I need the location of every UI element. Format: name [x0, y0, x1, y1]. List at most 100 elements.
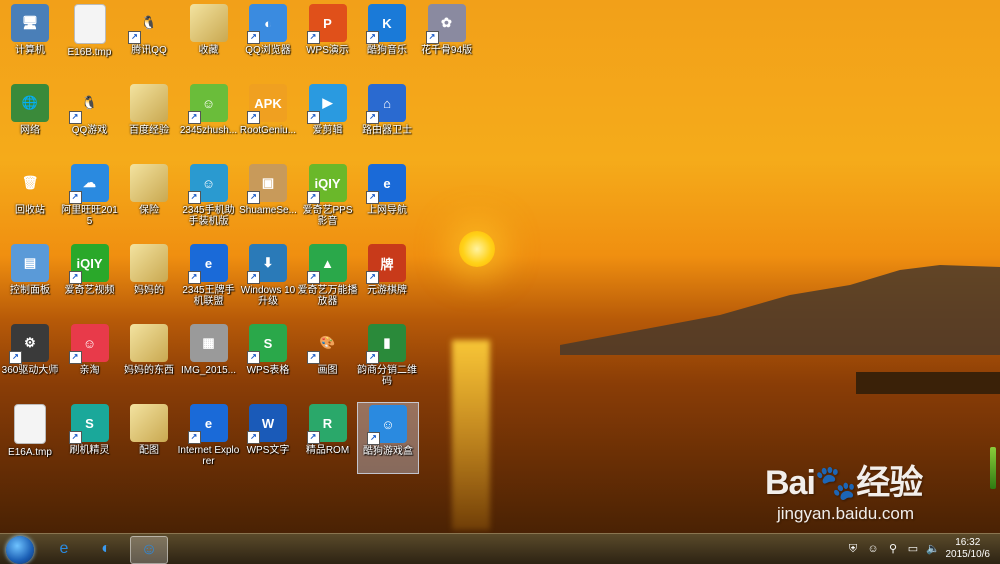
desktop-icon[interactable]: 收藏: [179, 2, 239, 72]
desktop-icon[interactable]: ☺ ↗ 亲淘: [60, 322, 120, 392]
network-device-icon[interactable]: ⚲: [886, 542, 900, 556]
desktop-icon[interactable]: 🎨 ↗ 画图: [298, 322, 358, 392]
taskbar-kugou-game-box-button[interactable]: ☺: [130, 536, 168, 564]
clock-date: 2015/10/6: [945, 549, 991, 560]
desktop-icon[interactable]: ☺ ↗ 酷狗游戏盒: [357, 402, 419, 474]
app-icon: [73, 4, 106, 44]
desktop-icon[interactable]: ☺ ↗ 2345手机助手装机版: [179, 162, 239, 232]
taskbar-qq-browser-button[interactable]: ◐: [88, 536, 124, 562]
desktop-icon[interactable]: 🗑 回收站: [0, 162, 60, 232]
app-icon: ☺ ↗: [187, 164, 228, 204]
shortcut-arrow-icon: ↗: [68, 271, 82, 284]
desktop-icon[interactable]: ⬇ ↗ Windows 10 升级: [238, 242, 298, 312]
desktop-icon[interactable]: ☺ ↗ 2345zhush...: [179, 82, 239, 152]
app-icon: ▣ ↗: [247, 164, 287, 204]
kugou-icon[interactable]: ☺: [866, 542, 880, 556]
shortcut-arrow-icon: ↗: [366, 31, 379, 44]
desktop-icon[interactable]: 百度经验: [119, 82, 179, 152]
desktop-icon[interactable]: ▣ ↗ ShuameSe...: [238, 162, 298, 232]
desktop-icon[interactable]: ▶ ↗ 爱剪辑: [298, 82, 358, 152]
desktop-icon[interactable]: iQIY ↗ 爱奇艺视频: [60, 242, 120, 312]
desktop-icon[interactable]: 妈妈的: [119, 242, 179, 312]
desktop-icon[interactable]: E16B.tmp: [60, 2, 120, 72]
desktop-icon[interactable]: APK ↗ RootGeniu...: [238, 82, 298, 152]
shortcut-arrow-icon: ↗: [367, 432, 380, 445]
desktop-icon[interactable]: iQIY ↗ 爱奇艺PPS 影音: [298, 162, 358, 232]
icon-label: 360驱动大师: [1, 365, 59, 376]
desktop-icon[interactable]: ▮ ↗ 韵商分销二维码: [357, 322, 417, 392]
app-icon: 🐧 ↗: [128, 4, 168, 44]
shortcut-arrow-icon: ↗: [366, 351, 379, 364]
desktop-icon[interactable]: 🖥 计算机: [0, 2, 60, 72]
watermark-url: jingyan.baidu.com: [777, 504, 915, 523]
app-icon: ☺ ↗: [187, 84, 228, 124]
desktop-icon[interactable]: ▲ ↗ 爱奇艺万能播放器: [298, 242, 358, 312]
desktop-icon[interactable]: R ↗ 精品ROM: [298, 402, 358, 472]
desktop-icon[interactable]: E16A.tmp: [0, 402, 60, 472]
app-glyph: 牌: [380, 256, 394, 272]
app-glyph: ☁: [83, 175, 96, 190]
desktop-icon[interactable]: 保险: [119, 162, 179, 232]
desktop-icon[interactable]: e ↗ 2345王牌手机联盟: [179, 242, 239, 312]
app-glyph: R: [322, 415, 333, 431]
icon-label: IMG_2015...: [180, 365, 237, 376]
shortcut-arrow-icon: ↗: [247, 271, 260, 284]
app-icon: [14, 404, 46, 444]
shield-icon[interactable]: ⛨: [846, 542, 860, 556]
monitor-icon[interactable]: ▭: [906, 542, 920, 556]
desktop-icon[interactable]: ⚙ ↗ 360驱动大师: [0, 322, 60, 392]
app-icon: 🗑: [11, 164, 49, 202]
desktop-icon[interactable]: K ↗ 酷狗音乐: [357, 2, 417, 72]
icon-label: 酷狗音乐: [367, 45, 407, 56]
desktop-icon[interactable]: 🌐 网络: [0, 82, 60, 152]
desktop-icon[interactable]: ▤ 控制面板: [0, 242, 60, 312]
shortcut-arrow-icon: ↗: [306, 351, 320, 364]
app-icon: 🎨 ↗: [306, 324, 347, 364]
start-button[interactable]: [6, 536, 34, 564]
taskbar-ie-button[interactable]: e: [46, 536, 82, 562]
desktop-icon[interactable]: e ↗ 上网导航: [357, 162, 417, 232]
clock[interactable]: 16:32 2015/10/6: [946, 537, 991, 561]
desktop-icon[interactable]: 🐧 ↗ QQ游戏: [60, 82, 120, 152]
shortcut-arrow-icon: ↗: [247, 111, 260, 124]
app-glyph: P: [323, 15, 332, 31]
desktop-icon[interactable]: ✿ ↗ 花千骨94版: [417, 2, 477, 72]
desktop-icon[interactable]: W ↗ WPS文字: [238, 402, 298, 472]
desktop-icon[interactable]: 配图: [119, 402, 179, 472]
icon-label: 亲淘: [79, 365, 100, 376]
desktop-icon[interactable]: S ↗ WPS表格: [238, 322, 298, 392]
app-glyph: ▶: [322, 95, 333, 110]
icon-label: 爱奇艺PPS 影音: [302, 205, 353, 227]
desktop-icon[interactable]: ⌂ ↗ 路由器卫士: [357, 82, 417, 152]
desktop-icon[interactable]: S ↗ 刷机精灵: [60, 402, 120, 472]
app-glyph: ✿: [441, 15, 452, 30]
shortcut-arrow-icon: ↗: [247, 31, 260, 44]
desktop-icon[interactable]: 牌 ↗ 元游棋牌: [357, 242, 417, 312]
desktop-icon[interactable]: 妈妈的东西: [119, 322, 179, 392]
app-icon: APK ↗: [247, 84, 287, 124]
desktop-icon[interactable]: e ↗ Internet Explorer: [178, 402, 239, 472]
icon-label: 刷机精灵: [69, 445, 110, 456]
app-glyph: ▦: [202, 335, 215, 350]
desktop-icon[interactable]: ▦ IMG_2015...: [179, 322, 239, 392]
shortcut-arrow-icon: ↗: [68, 111, 82, 124]
app-icon: ☁ ↗: [68, 164, 109, 204]
shortcut-arrow-icon: ↗: [306, 111, 320, 124]
app-icon: [130, 164, 168, 202]
desktop-icon[interactable]: ◐ ↗ QQ浏览器: [238, 2, 298, 72]
icon-label: E16A.tmp: [8, 447, 52, 458]
app-icon: S ↗: [247, 324, 287, 364]
app-icon: 🌐: [11, 84, 49, 122]
desktop-icon[interactable]: P ↗ WPS演示: [298, 2, 358, 72]
icon-label: WPS演示: [306, 45, 349, 56]
app-icon: iQIY ↗: [68, 244, 109, 284]
shortcut-arrow-icon: ↗: [68, 351, 82, 364]
shortcut-arrow-icon: ↗: [128, 31, 141, 44]
icon-label: 阿里旺旺2015: [61, 205, 118, 227]
desktop-icon[interactable]: ☁ ↗ 阿里旺旺2015: [60, 162, 120, 232]
shortcut-arrow-icon: ↗: [68, 431, 82, 444]
volume-icon[interactable]: 🔈: [926, 542, 940, 556]
app-icon: 牌 ↗: [366, 244, 406, 284]
desktop-icon[interactable]: 🐧 ↗ 腾讯QQ: [119, 2, 179, 72]
app-icon: ⌂ ↗: [366, 84, 406, 124]
